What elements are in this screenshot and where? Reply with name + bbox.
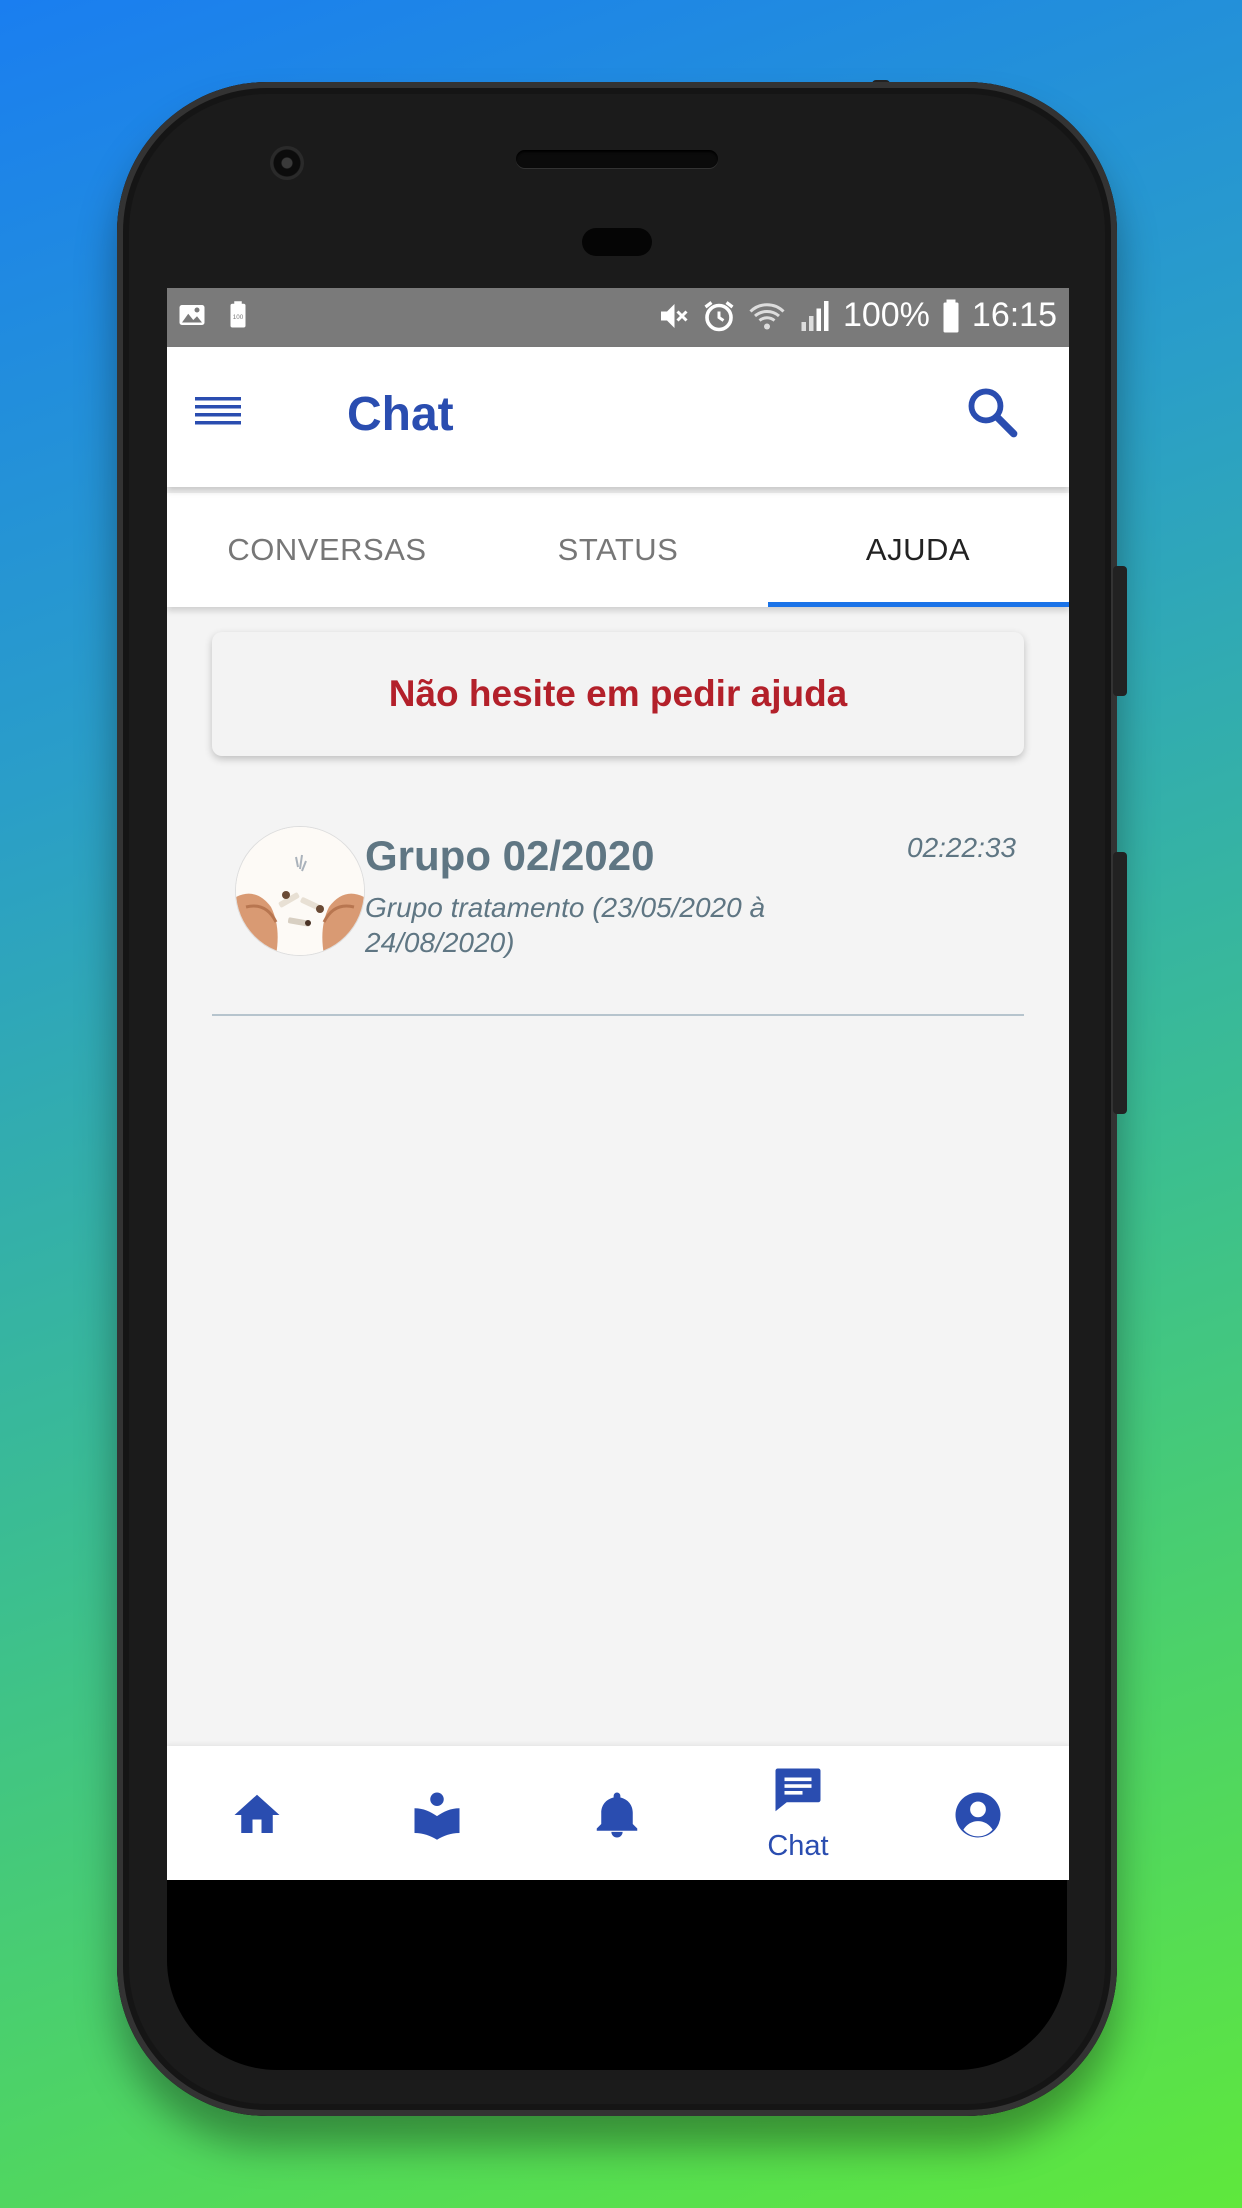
menu-icon[interactable]: [193, 387, 245, 439]
signal-icon: [801, 300, 829, 331]
chat-description: Grupo tratamento (23/05/2020 à 24/08/202…: [365, 892, 766, 958]
volume-button: [1113, 852, 1127, 1114]
app-bar: Chat: [167, 347, 1069, 487]
chat-timestamp: 02:22:33: [907, 832, 1016, 863]
search-icon[interactable]: [963, 383, 1021, 441]
bell-icon: [596, 1792, 638, 1838]
page-title: Chat: [347, 388, 454, 441]
active-tab-indicator: [768, 602, 1069, 607]
svg-text:100: 100: [233, 314, 244, 321]
tab-ajuda[interactable]: AJUDA: [768, 493, 1068, 607]
tab-status[interactable]: STATUS: [468, 493, 768, 607]
mute-icon: [660, 303, 688, 328]
alarm-icon: [704, 300, 734, 331]
app-screen: 100 100% 16:15 Chat CONVERSAS STATUS AJU…: [167, 288, 1069, 1880]
group-avatar-image: [236, 827, 364, 955]
image-notification-icon: [179, 305, 205, 325]
tab-bar: CONVERSAS STATUS AJUDA: [167, 493, 1069, 607]
group-avatar: [235, 826, 365, 956]
chat-list-item[interactable]: Grupo 02/2020 Grupo tratamento (23/05/20…: [212, 818, 1024, 1008]
nav-home[interactable]: [167, 1746, 347, 1880]
nav-reader[interactable]: [347, 1746, 527, 1880]
help-banner[interactable]: Não hesite em pedir ajuda: [212, 632, 1024, 756]
bottom-bezel: [167, 1880, 1067, 2070]
chat-title: Grupo 02/2020: [365, 832, 655, 879]
status-bar: 100 100% 16:15: [167, 288, 1069, 347]
tab-conversas[interactable]: CONVERSAS: [177, 493, 477, 607]
battery-full-notification-icon: 100: [230, 301, 246, 328]
front-camera: [270, 146, 304, 180]
nav-profile[interactable]: [888, 1746, 1068, 1880]
battery-percent: 100%: [842, 296, 930, 334]
chat-icon: [775, 1768, 821, 1812]
account-icon: [955, 1792, 1001, 1838]
bottom-navigation: Chat: [167, 1746, 1069, 1880]
reader-icon: [414, 1792, 460, 1840]
wifi-icon: [749, 302, 785, 329]
clock: 16:15: [971, 296, 1057, 334]
nav-chat-label: Chat: [767, 1830, 829, 1862]
help-banner-text: Não hesite em pedir ajuda: [388, 673, 848, 714]
nav-chat[interactable]: Chat: [708, 1746, 888, 1880]
battery-icon: [943, 299, 959, 332]
home-icon: [234, 1794, 280, 1833]
power-button: [1113, 566, 1127, 696]
proximity-sensor: [582, 228, 652, 256]
earpiece-speaker: [516, 150, 718, 168]
list-divider: [212, 1014, 1024, 1016]
nav-notifications[interactable]: [527, 1746, 707, 1880]
